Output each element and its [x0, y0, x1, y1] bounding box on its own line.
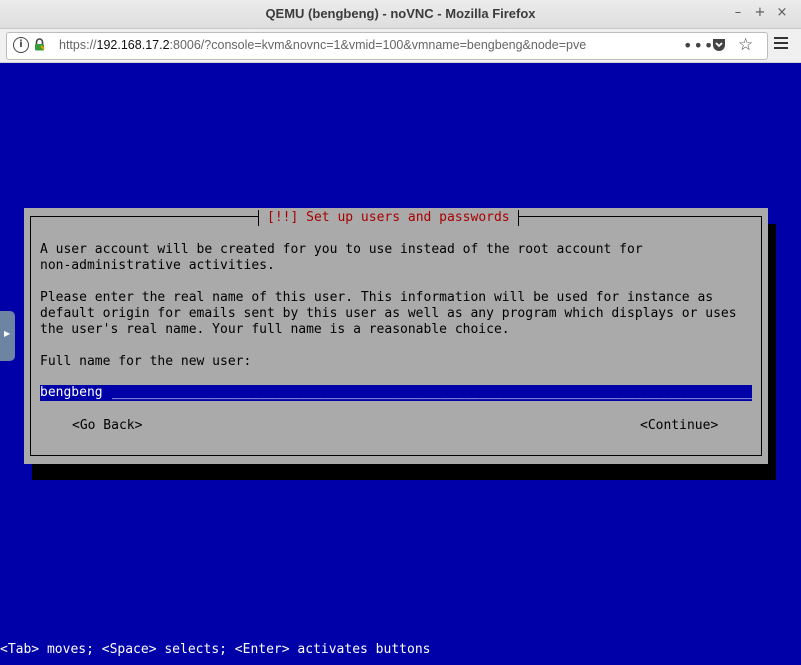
instruction-text-line3: the user's real name. Your full name is …	[40, 322, 510, 337]
fullname-value: bengbeng	[40, 385, 103, 400]
pocket-icon[interactable]	[711, 37, 727, 53]
hamburger-menu-icon[interactable]	[774, 36, 788, 50]
navigation-toolbar: i https://192.168.17.2:8006/?console=kvm…	[0, 29, 801, 63]
continue-button[interactable]: <Continue>	[640, 418, 718, 434]
fullname-prompt: Full name for the new user:	[40, 354, 252, 369]
more-dots-icon[interactable]: •••	[683, 36, 714, 55]
intro-text-line2: non-administrative activities.	[40, 258, 275, 273]
instruction-text-line2: default origin for emails sent by this u…	[40, 306, 737, 321]
info-icon[interactable]: i	[13, 37, 29, 53]
window-titlebar: QEMU (bengbeng) - noVNC - Mozilla Firefo…	[0, 0, 801, 29]
vnc-sidebar-handle-icon: ▶	[4, 329, 11, 338]
fullname-input[interactable]: bengbeng _______________________________…	[40, 385, 752, 401]
go-back-button[interactable]: <Go Back>	[72, 418, 142, 434]
bookmark-star-icon[interactable]: ☆	[738, 35, 753, 55]
maximize-button[interactable]: +	[751, 4, 769, 22]
url-bar[interactable]: i https://192.168.17.2:8006/?console=kvm…	[6, 32, 768, 60]
vnc-sidebar-handle[interactable]: ▶	[0, 311, 15, 361]
instruction-text-line1: Please enter the real name of this user.…	[40, 290, 714, 305]
keyboard-help-bar: <Tab> moves; <Space> selects; <Enter> ac…	[0, 642, 431, 657]
window-title: QEMU (bengbeng) - noVNC - Mozilla Firefo…	[265, 6, 536, 21]
url-text[interactable]: https://192.168.17.2:8006/?console=kvm&n…	[59, 38, 586, 52]
dialog-title: [!!] Set up users and passwords	[258, 210, 519, 226]
lock-icon[interactable]	[34, 38, 45, 51]
minimize-button[interactable]: –	[729, 4, 747, 22]
fullname-input-underscores: ________________________________________…	[112, 385, 752, 400]
intro-text-line1: A user account will be created for you t…	[40, 242, 643, 257]
close-button[interactable]: ×	[773, 4, 791, 22]
